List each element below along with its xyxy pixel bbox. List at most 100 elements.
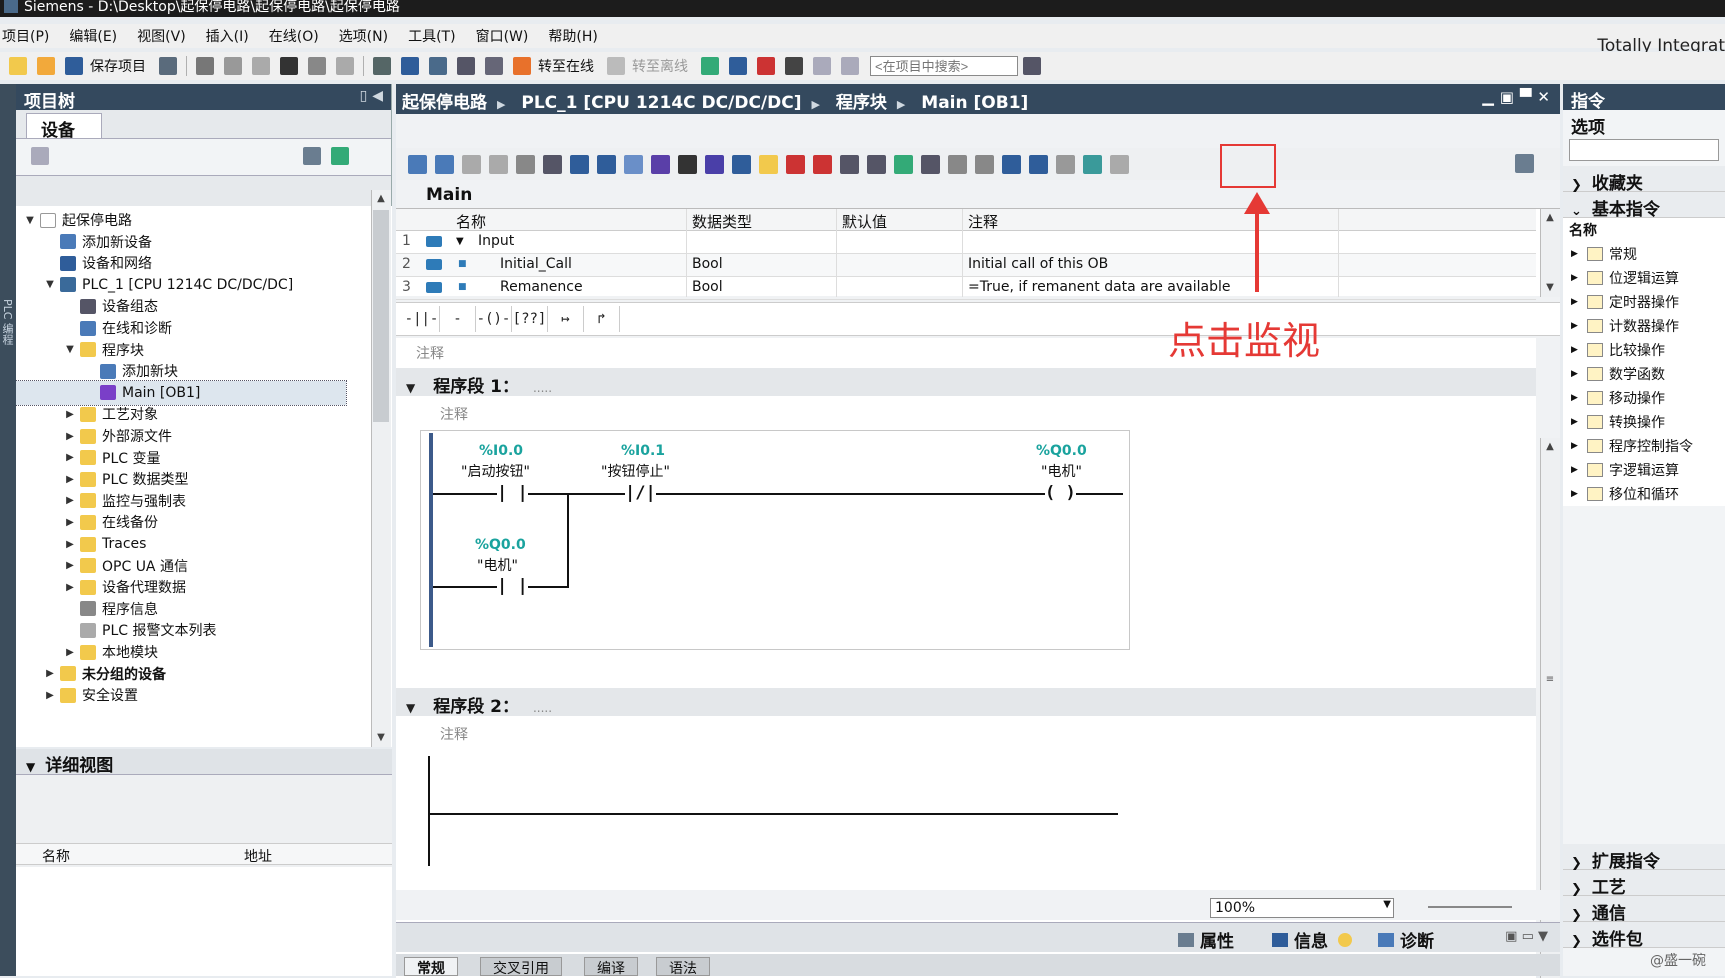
no-contact-motor[interactable]: | | (497, 576, 528, 596)
table-row[interactable]: 1 ▼ Input (396, 231, 1536, 254)
extended-instructions-section[interactable]: ❯ 扩展指令 (1563, 844, 1725, 872)
options-section[interactable]: 选项 (1563, 110, 1725, 138)
scroll-up-icon[interactable]: ▲ (1541, 438, 1559, 456)
split-vertical-icon[interactable] (841, 57, 859, 75)
copy-icon[interactable] (224, 57, 242, 75)
nc-contact-button[interactable]: -|/|- (440, 306, 476, 353)
chevron-right-icon[interactable]: ▶ (1571, 369, 1583, 379)
breakpoint-icon[interactable] (786, 154, 805, 174)
open-project-icon[interactable] (37, 57, 55, 75)
instruction-category[interactable]: ▶ 程序控制指令 (1563, 434, 1725, 458)
tree-item[interactable]: 在线和诊断 (16, 316, 172, 340)
instruction-category[interactable]: ▶ 比较操作 (1563, 338, 1725, 362)
network-2-header[interactable]: ▼ 程序段 2：..... (396, 688, 1536, 717)
chevron-right-icon[interactable]: ▶ (64, 582, 76, 593)
print-icon[interactable] (159, 57, 177, 75)
close-branch-button[interactable]: ↱ (584, 306, 620, 332)
tree-item[interactable]: 程序信息 (16, 597, 158, 621)
block-comment[interactable]: 注释 (416, 343, 444, 363)
tree-item[interactable]: ▶ 工艺对象 (16, 402, 158, 426)
interface-scrollbar[interactable]: ▲ ▼ (1540, 209, 1560, 297)
chevron-right-icon[interactable]: ▶ (64, 431, 76, 442)
start-simulation-icon[interactable] (485, 57, 503, 75)
instruction-category[interactable]: ▶ 移动操作 (1563, 386, 1725, 410)
cross-ref-icon[interactable] (785, 57, 803, 75)
favorites-section[interactable]: ❯ 收藏夹 (1563, 166, 1725, 194)
tree-item[interactable]: PLC 报警文本列表 (16, 618, 216, 642)
insert-network-icon[interactable] (408, 154, 427, 174)
tree-item[interactable]: 添加新设备 (16, 230, 152, 254)
chevron-down-icon[interactable]: ▼ (406, 701, 415, 715)
favorites-icon[interactable] (759, 154, 778, 174)
chevron-right-icon[interactable]: ▶ (1571, 465, 1583, 475)
collapse-panel-icon[interactable]: ▯ ◀ (360, 88, 383, 104)
instruction-category[interactable]: ▶ 字逻辑运算 (1563, 458, 1725, 482)
chevron-right-icon[interactable]: ▶ (1571, 417, 1583, 427)
no-contact-button[interactable]: -||- (404, 306, 440, 332)
tree-item[interactable]: ▶ PLC 数据类型 (16, 467, 188, 491)
network-1-body[interactable]: %I0.0 "启动按钮" | | %I0.1 "按钮停止" |/| %Q0.0 … (420, 430, 1130, 650)
chevron-right-icon[interactable]: ▶ (1571, 297, 1583, 307)
nc-contact-stop[interactable]: |/| (625, 483, 656, 503)
instruction-category[interactable]: ▶ 常规 (1563, 242, 1725, 266)
refresh-icon[interactable] (331, 147, 349, 165)
instruction-search-input[interactable] (1569, 139, 1719, 161)
breadcrumb-program-blocks[interactable]: 程序块 (836, 93, 887, 113)
delete-network-icon[interactable] (435, 154, 454, 174)
tree-item[interactable]: 设备组态 (16, 294, 158, 318)
chevron-right-icon[interactable]: ▶ (64, 517, 76, 528)
instruction-category[interactable]: ▶ 数学函数 (1563, 362, 1725, 386)
scroll-thumb[interactable] (373, 210, 389, 422)
chevron-right-icon[interactable]: ▶ (64, 495, 76, 506)
overview-icon[interactable] (31, 147, 49, 165)
tree-item[interactable]: Main [OB1] (16, 379, 347, 406)
tree-item[interactable]: ▼ 起保停电路 (16, 208, 132, 232)
open-branch-button[interactable]: ↦ (548, 306, 584, 332)
network-1-comment[interactable]: 注释 (440, 404, 468, 424)
tree-item[interactable]: ▶ 未分组的设备 (16, 662, 166, 686)
step-in-icon[interactable] (921, 154, 940, 174)
menu-tools[interactable]: 工具(T) (408, 26, 455, 46)
tab-syntax[interactable]: 语法 (656, 957, 710, 977)
chevron-right-icon[interactable]: ▶ (1571, 441, 1583, 451)
tab-properties[interactable]: 属性 (1178, 927, 1234, 952)
tree-item[interactable]: ▶ Traces (16, 532, 146, 556)
coil-button[interactable]: -()- (476, 306, 512, 332)
tree-item[interactable]: 添加新块 (16, 359, 178, 383)
go-online-icon[interactable] (513, 57, 531, 75)
chevron-down-icon[interactable]: ▼ (64, 344, 76, 355)
scroll-grip[interactable]: ≡ (1542, 674, 1558, 686)
show-list-icon[interactable] (303, 147, 321, 165)
basic-instructions-section[interactable]: ⌄ 基本指令 (1563, 192, 1725, 220)
tree-item[interactable]: 设备和网络 (16, 251, 152, 275)
network-1-header[interactable]: ▼ 程序段 1：..... (396, 368, 1536, 397)
tree-item[interactable]: ▼ 程序块 (16, 338, 144, 362)
tag-info-icon[interactable] (705, 154, 724, 174)
chevron-right-icon[interactable]: ▶ (64, 409, 76, 420)
redo-icon[interactable] (336, 57, 354, 75)
instruction-category[interactable]: ▶ 计数器操作 (1563, 314, 1725, 338)
compile-icon[interactable] (373, 57, 391, 75)
absolute-symbolic-icon[interactable] (651, 154, 670, 174)
inspector-window-controls[interactable]: ▣ ▭ ▼ (1505, 929, 1548, 944)
prev-marker-icon[interactable] (840, 154, 859, 174)
monitor-modify-icon[interactable] (1056, 154, 1075, 174)
call-hierarchy-icon[interactable] (1029, 154, 1048, 174)
accessible-devices-icon[interactable] (701, 57, 719, 75)
remove-empty-icon[interactable] (516, 154, 535, 174)
tab-compile[interactable]: 编译 (584, 957, 638, 977)
detail-view-header[interactable]: ▼ 详细视图 (16, 749, 392, 776)
breadcrumb-plc[interactable]: PLC_1 [CPU 1214C DC/DC/DC] (521, 93, 801, 113)
expand-all-icon[interactable] (543, 154, 562, 174)
chevron-right-icon[interactable]: ▶ (44, 668, 56, 679)
save-project-icon[interactable] (65, 57, 83, 75)
menu-online[interactable]: 在线(O) (269, 26, 319, 46)
tree-item[interactable]: ▶ OPC UA 通信 (16, 554, 188, 578)
menu-insert[interactable]: 插入(I) (206, 26, 249, 46)
project-search-input[interactable] (870, 56, 1018, 76)
breadcrumb-project[interactable]: 起保停电路 (402, 93, 487, 113)
optional-packages-section[interactable]: ❯ 选件包 (1563, 922, 1725, 950)
chevron-down-icon[interactable]: ▼ (24, 215, 36, 226)
download-icon[interactable] (401, 57, 419, 75)
tab-diagnostics[interactable]: 诊断 (1378, 927, 1434, 952)
